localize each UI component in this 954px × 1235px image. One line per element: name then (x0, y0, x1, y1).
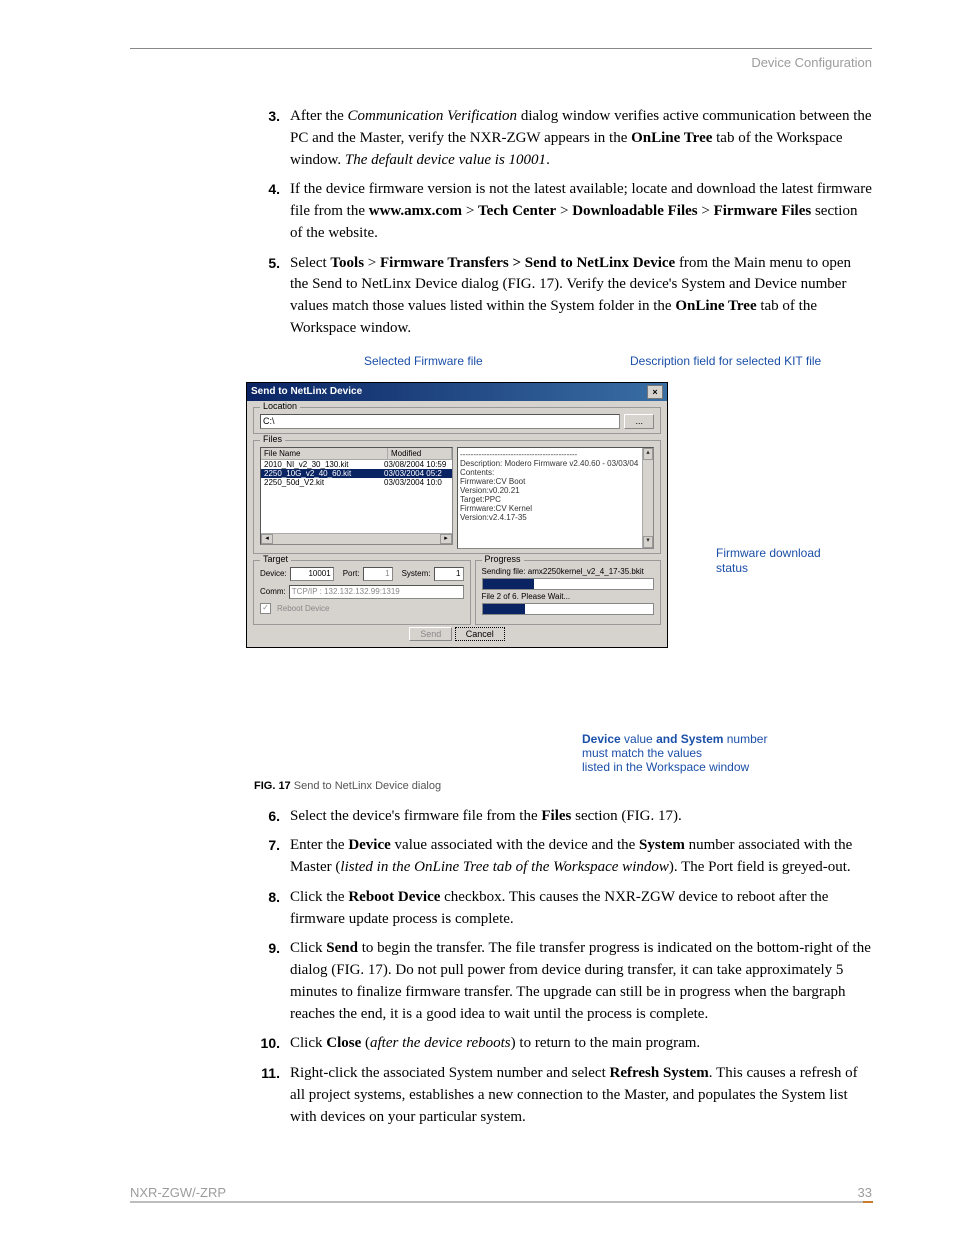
step-number: 6. (254, 806, 280, 828)
sending-file-text: Sending file: amx2250kernel_v2_4_17-35.b… (482, 567, 655, 576)
dialog-title: Send to NetLinx Device (251, 386, 362, 397)
step-number: 8. (254, 887, 280, 931)
ordered-steps-top: 3.After the Communication Verification d… (254, 106, 872, 340)
dialog-titlebar: Send to NetLinx Device × (247, 383, 667, 401)
step-body: Right-click the associated System number… (290, 1063, 872, 1128)
figure-17: Selected Firmware file Description field… (246, 354, 872, 774)
table-row[interactable]: 2010_NI_v2_30_130.kit03/08/2004 10:59 (261, 460, 452, 469)
page-header: Device Configuration (130, 55, 872, 70)
table-row[interactable]: 2250_50d_V2.kit03/03/2004 10:0 (261, 478, 452, 487)
files-label: Files (260, 434, 285, 444)
footer-product: NXR-ZGW/-ZRP (130, 1185, 226, 1200)
port-input: 1 (363, 567, 393, 581)
location-group: Location C:\ ... (253, 407, 661, 434)
step-number: 9. (254, 938, 280, 1025)
step-item: 10. Click Close (after the device reboots… (254, 1033, 872, 1055)
step-body: Click the Reboot Device checkbox. This c… (290, 887, 872, 931)
step-body: Select the device's firmware file from t… (290, 806, 872, 828)
step-item: 3.After the Communication Verification d… (254, 106, 872, 171)
annotation-match-1: Device value and System number (582, 732, 767, 747)
step-item: 5.Select Tools > Firmware Transfers > Se… (254, 253, 872, 340)
footer-page-number: 33 (858, 1185, 872, 1200)
scroll-up-icon[interactable]: ▴ (643, 448, 653, 460)
step-number: 11. (254, 1063, 280, 1128)
step-number: 3. (254, 106, 280, 171)
annotation-selected-firmware: Selected Firmware file (364, 354, 483, 369)
step-item: 11. Right-click the associated System num… (254, 1063, 872, 1128)
annotation-download-status: Firmware download status (716, 546, 846, 576)
step-number: 5. (254, 253, 280, 340)
close-icon[interactable]: × (647, 385, 663, 399)
step-body: Select Tools > Firmware Transfers > Send… (290, 253, 872, 340)
progress-group: Progress Sending file: amx2250kernel_v2_… (475, 560, 662, 625)
progress-bar-file (482, 578, 655, 590)
send-to-netlinx-dialog: Send to NetLinx Device × Location C:\ ..… (246, 382, 668, 648)
files-group: Files File Name Modified 2010_NI_v2_30_1… (253, 440, 661, 554)
system-label: System: (402, 569, 431, 578)
scroll-right-icon[interactable]: ▸ (440, 534, 452, 544)
scroll-down-icon[interactable]: ▾ (643, 536, 653, 548)
step-number: 4. (254, 179, 280, 244)
target-label: Target (260, 554, 291, 564)
annotation-match-3: listed in the Workspace window (582, 760, 749, 775)
system-input[interactable]: 1 (434, 567, 464, 581)
step-item: 6. Select the device's firmware file from… (254, 806, 872, 828)
file-list[interactable]: File Name Modified 2010_NI_v2_30_130.kit… (260, 447, 453, 545)
col-modified: Modified (388, 448, 452, 459)
checkbox-icon[interactable]: ✓ (260, 603, 271, 614)
table-row[interactable]: 2250_10G_v2_40_60.kit03/03/2004 05:2 (261, 469, 452, 478)
cancel-button[interactable]: Cancel (455, 627, 505, 641)
location-label: Location (260, 401, 300, 411)
step-item: 8.Click the Reboot Device checkbox. This… (254, 887, 872, 931)
step-number: 7. (254, 835, 280, 879)
progress-bar-overall (482, 603, 655, 615)
location-input[interactable]: C:\ (260, 414, 620, 429)
step-item: 4.If the device firmware version is not … (254, 179, 872, 244)
device-input[interactable]: 10001 (290, 567, 334, 581)
progress-label: Progress (482, 554, 524, 564)
description-pane: ----------------------------------------… (457, 447, 654, 549)
step-body: Enter the Device value associated with t… (290, 835, 872, 879)
step-item: 9.Click Send to begin the transfer. The … (254, 938, 872, 1025)
file-of-text: File 2 of 6. Please Wait... (482, 592, 655, 601)
annotation-desc-field: Description field for selected KIT file (630, 354, 821, 369)
step-body: After the Communication Verification dia… (290, 106, 872, 171)
annotation-match-2: must match the values (582, 746, 702, 761)
port-label: Port: (343, 569, 360, 578)
scroll-left-icon[interactable]: ◂ (261, 534, 273, 544)
target-group: Target Device: 10001 Port: 1 System: 1 C… (253, 560, 471, 625)
comm-value: TCP/IP : 132.132.132.99:1319 (289, 585, 464, 599)
step-item: 7.Enter the Device value associated with… (254, 835, 872, 879)
reboot-device-label: Reboot Device (277, 604, 329, 613)
step-body: Click Close (after the device reboots) t… (290, 1033, 872, 1055)
ordered-steps-bottom: 6. Select the device's firmware file from… (254, 806, 872, 1129)
page-footer: NXR-ZGW/-ZRP 33 (130, 1185, 872, 1203)
step-number: 10. (254, 1033, 280, 1055)
comm-label: Comm: (260, 587, 286, 596)
device-label: Device: (260, 569, 287, 578)
browse-button[interactable]: ... (624, 414, 654, 429)
step-body: If the device firmware version is not th… (290, 179, 872, 244)
col-filename: File Name (261, 448, 388, 459)
figure-caption: FIG. 17 Send to NetLinx Device dialog (254, 780, 872, 792)
send-button[interactable]: Send (409, 627, 452, 641)
step-body: Click Send to begin the transfer. The fi… (290, 938, 872, 1025)
